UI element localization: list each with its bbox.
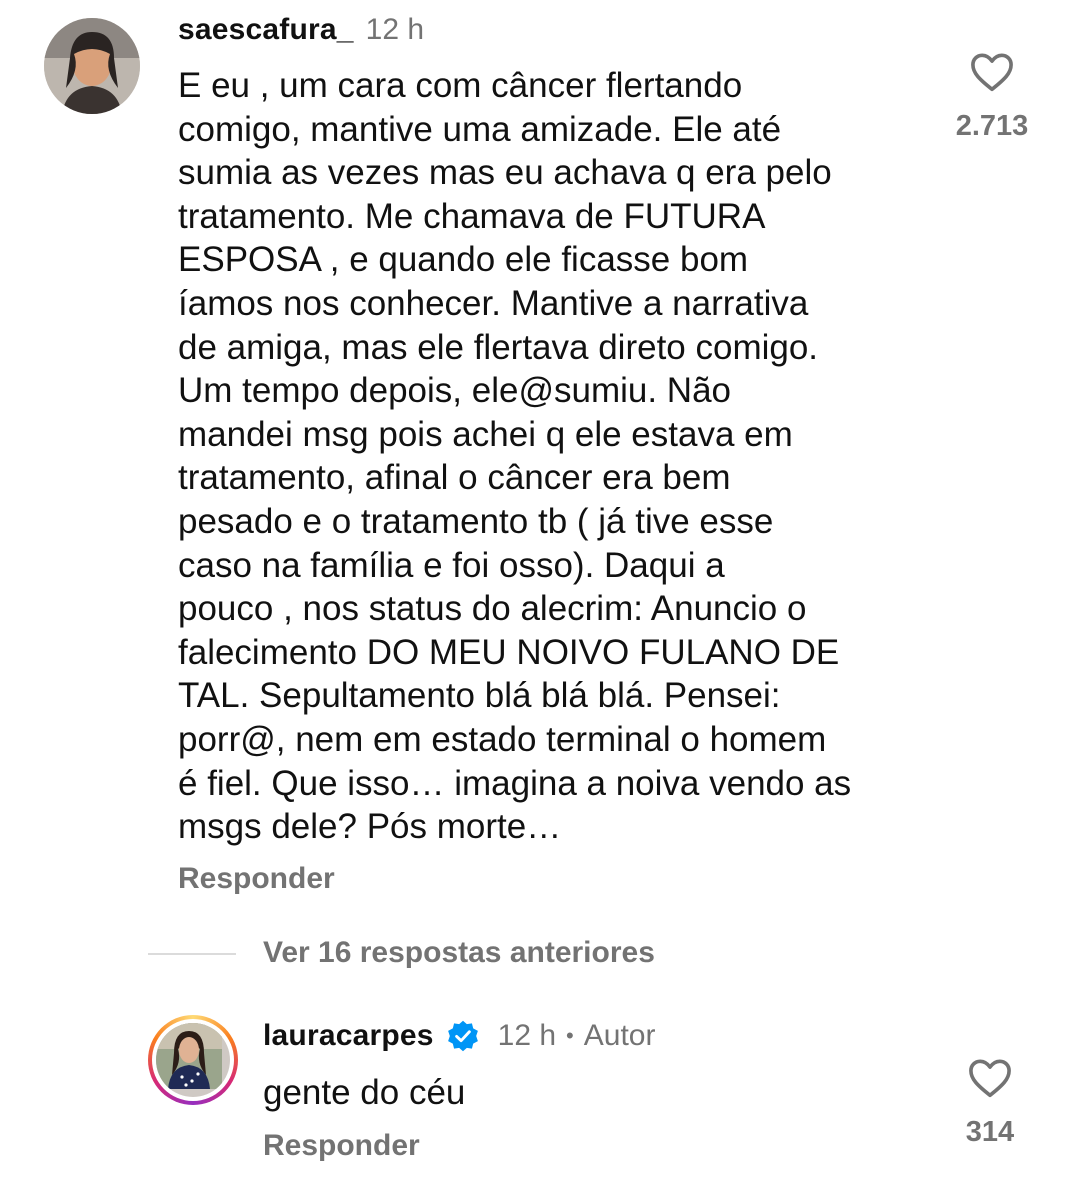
- verified-badge-icon: [446, 1019, 480, 1053]
- replies-divider: [148, 953, 236, 955]
- avatar-lauracarpes[interactable]: [148, 1015, 238, 1105]
- comment-timestamp: 12 h: [365, 13, 425, 46]
- like-count: 314: [965, 1116, 1015, 1148]
- comment-timestamp: 12 h: [497, 1019, 557, 1052]
- like-button[interactable]: [968, 1058, 1012, 1100]
- reply-button[interactable]: Responder: [178, 862, 335, 896]
- heart-outline-icon: [969, 1059, 1011, 1098]
- reply-button[interactable]: Responder: [263, 1129, 420, 1163]
- author-label: Autor: [583, 1019, 656, 1052]
- heart-outline-icon: [971, 53, 1013, 92]
- avatar-image: [44, 18, 140, 114]
- comment-username[interactable]: saescafura_: [178, 13, 354, 47]
- comment-username[interactable]: lauracarpes: [263, 1019, 434, 1053]
- comment-text: E eu , um cara com câncer flertando comi…: [178, 66, 852, 847]
- avatar-saescafura[interactable]: [44, 18, 140, 114]
- meta-separator: •: [566, 1023, 574, 1048]
- view-previous-replies-button[interactable]: Ver 16 respostas anteriores: [263, 936, 655, 970]
- avatar-image: [156, 1023, 222, 1089]
- like-button[interactable]: [970, 52, 1014, 94]
- like-count: 2.713: [955, 110, 1029, 142]
- comment-text: gente do céu: [263, 1073, 466, 1112]
